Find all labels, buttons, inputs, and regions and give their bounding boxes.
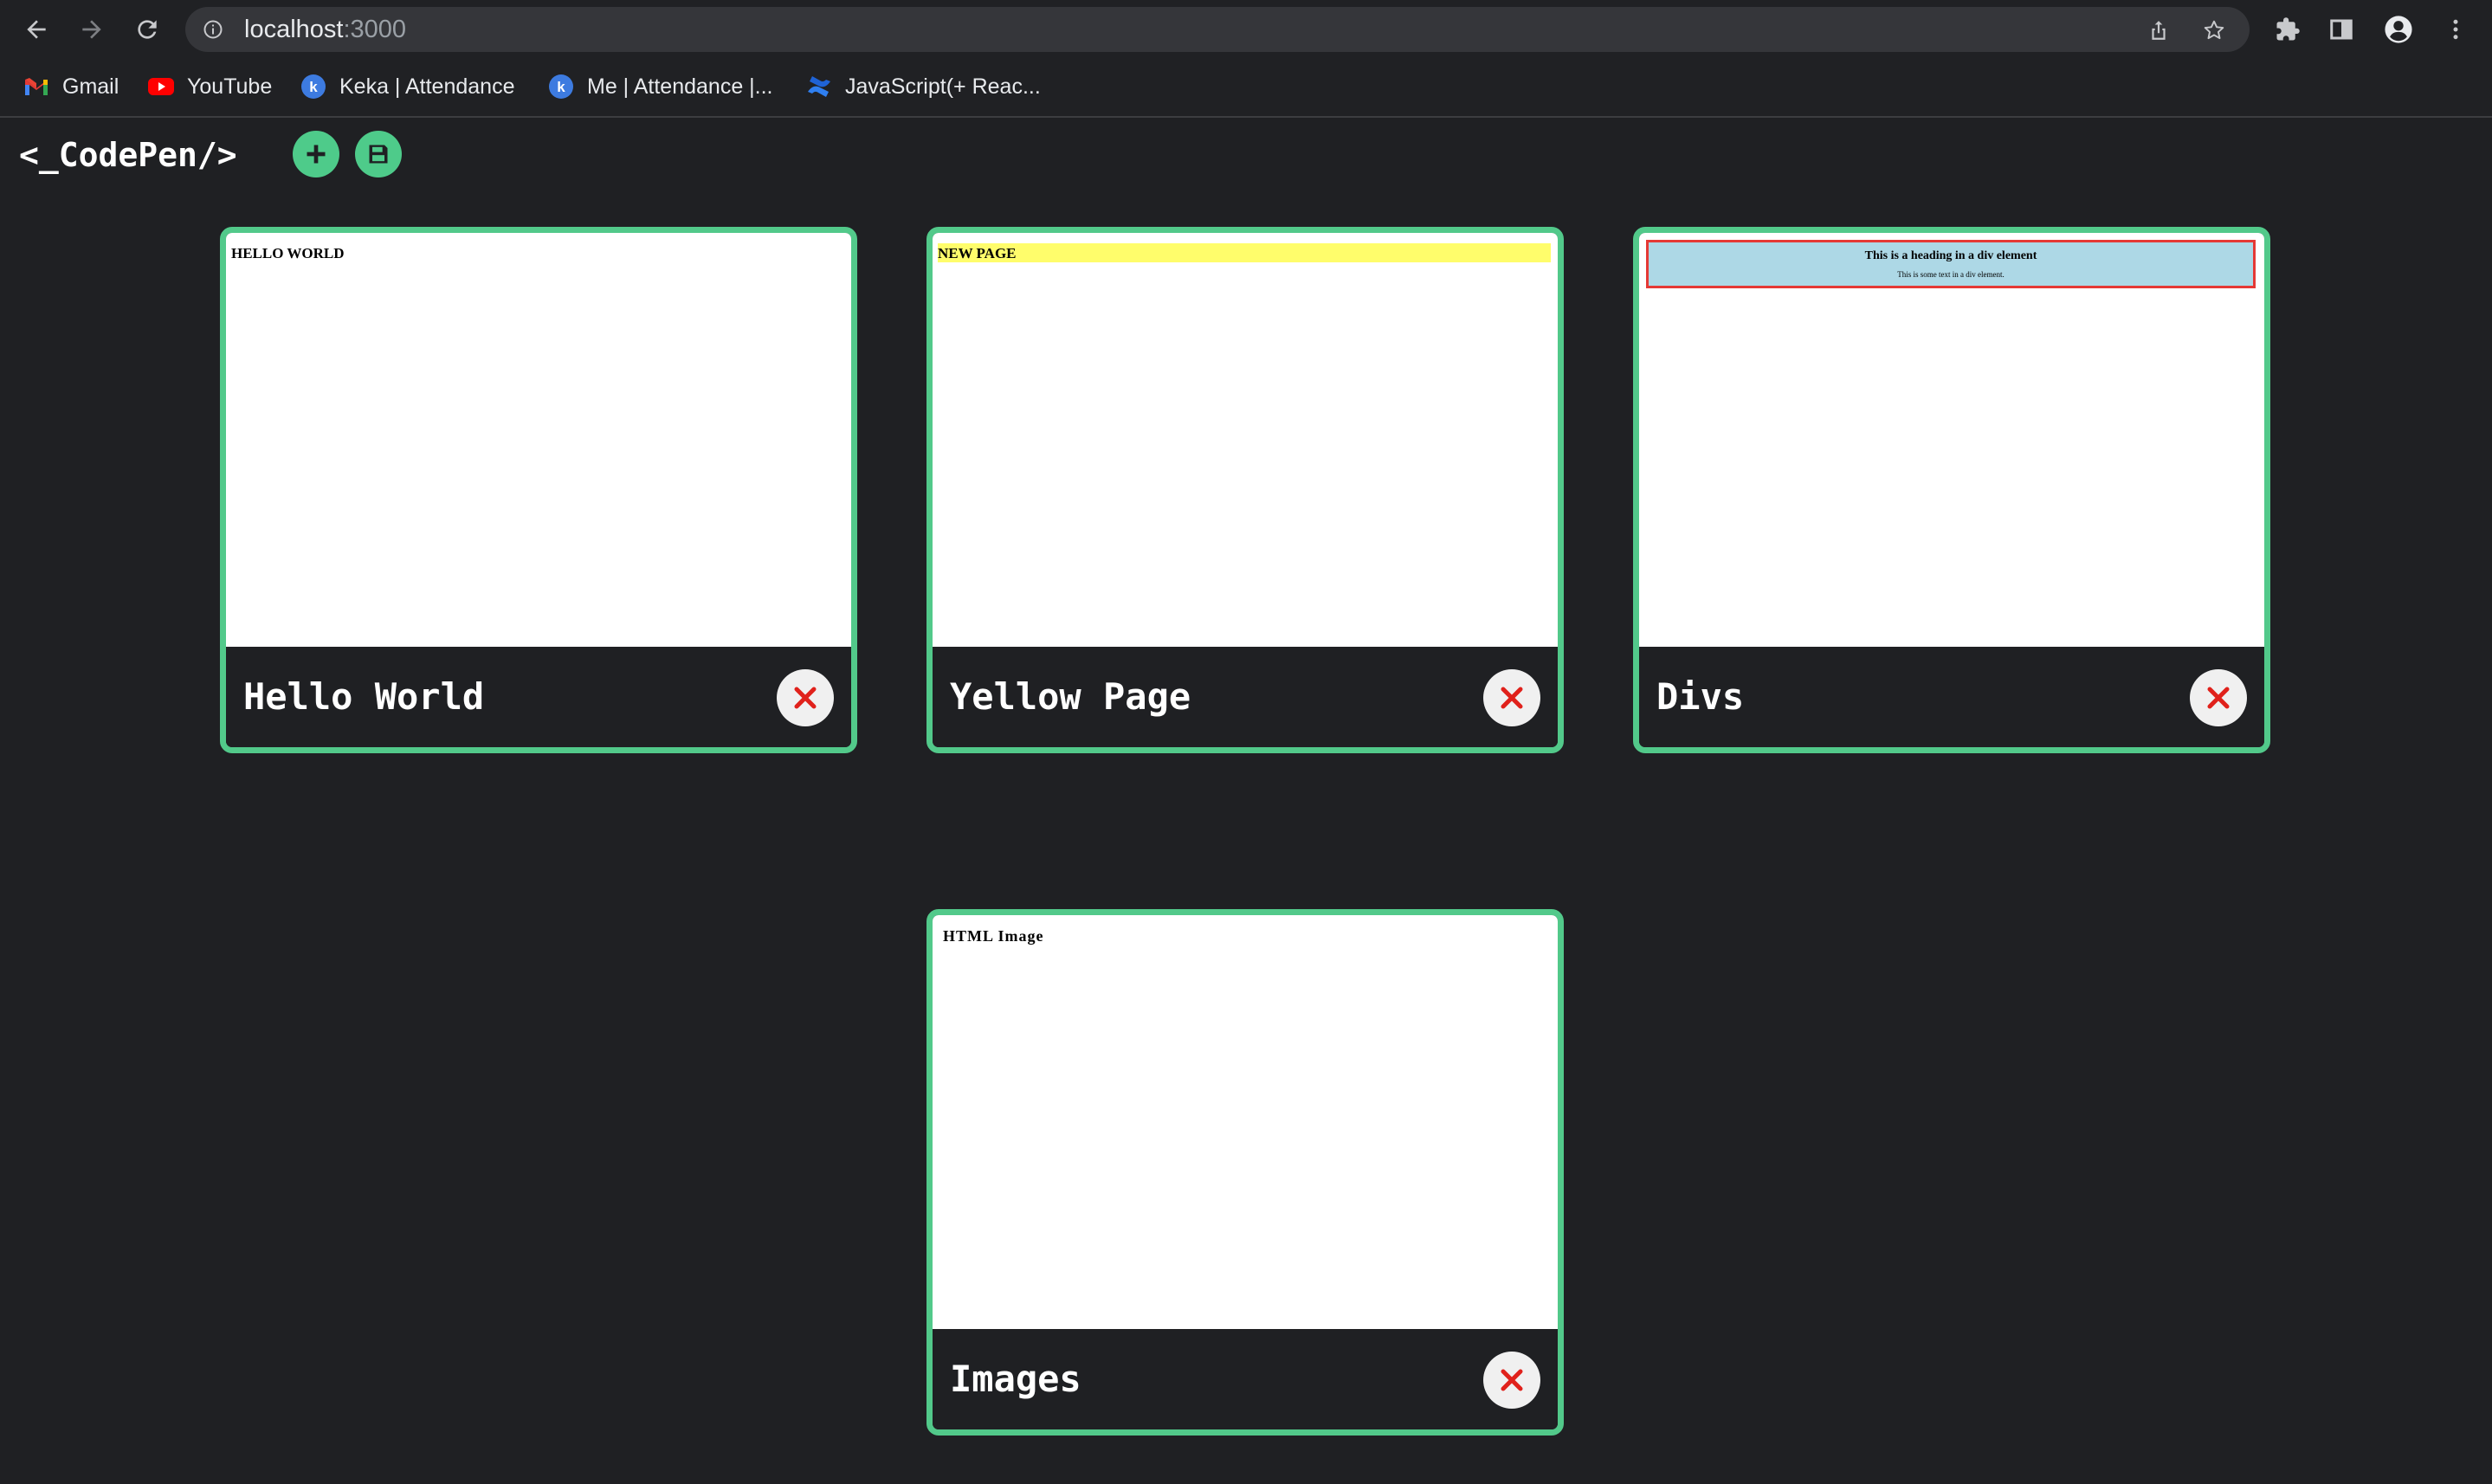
preview-heading: This is a heading in a div element bbox=[1864, 249, 2037, 262]
pen-preview[interactable]: NEW PAGE bbox=[933, 233, 1558, 647]
back-arrow-icon bbox=[27, 20, 46, 39]
youtube-icon bbox=[147, 73, 175, 100]
bookmark-star-icon[interactable] bbox=[2203, 19, 2225, 42]
plus-icon bbox=[307, 145, 326, 164]
card-footer: Hello World bbox=[226, 647, 851, 747]
site-info-icon[interactable] bbox=[203, 19, 223, 40]
share-icon[interactable] bbox=[2147, 19, 2170, 42]
back-button[interactable] bbox=[19, 12, 54, 47]
bookmark-label: JavaScript(+ Reac... bbox=[845, 74, 1041, 99]
svg-text:k: k bbox=[309, 79, 318, 95]
card-title: Images bbox=[950, 1358, 1081, 1400]
pen-preview[interactable]: HTML Image bbox=[933, 915, 1558, 1329]
bookmark-me-attendance[interactable]: k Me | Attendance |... bbox=[547, 69, 773, 104]
preview-heading: HELLO WORLD bbox=[231, 245, 345, 261]
url-host: localhost bbox=[244, 16, 344, 43]
card-footer: Images bbox=[933, 1329, 1558, 1429]
forward-arrow-icon bbox=[82, 20, 101, 39]
reload-icon bbox=[138, 20, 157, 39]
floppy-disk-icon bbox=[369, 145, 388, 164]
bookmarks-bar: Gmail YouTube k Keka | Attendance k Me |… bbox=[0, 59, 2492, 118]
bookmark-gmail[interactable]: Gmail bbox=[23, 69, 119, 104]
card-title: Yellow Page bbox=[950, 675, 1191, 718]
card-title: Divs bbox=[1656, 675, 1745, 718]
browser-toolbar: localhost:3000 bbox=[0, 0, 2492, 59]
close-icon bbox=[1501, 687, 1523, 709]
bookmark-label: Gmail bbox=[62, 74, 119, 99]
bookmark-label: Me | Attendance |... bbox=[587, 74, 773, 99]
delete-button[interactable] bbox=[1483, 669, 1540, 726]
save-button[interactable] bbox=[355, 131, 402, 177]
close-icon bbox=[1501, 1369, 1523, 1391]
url-port: :3000 bbox=[343, 16, 407, 43]
side-panel-icon[interactable] bbox=[2324, 12, 2359, 47]
add-pen-button[interactable] bbox=[293, 131, 339, 177]
pen-card[interactable]: This is a heading in a div element This … bbox=[1633, 227, 2270, 753]
gmail-icon bbox=[23, 73, 50, 100]
close-icon bbox=[794, 687, 817, 709]
keka-icon: k bbox=[300, 73, 327, 100]
confluence-icon bbox=[805, 73, 833, 100]
card-footer: Yellow Page bbox=[933, 647, 1558, 747]
reload-button[interactable] bbox=[130, 12, 165, 47]
preview-yellow-heading: NEW PAGE bbox=[938, 243, 1551, 262]
url-text[interactable]: localhost:3000 bbox=[244, 7, 406, 52]
delete-button[interactable] bbox=[777, 669, 834, 726]
delete-button[interactable] bbox=[1483, 1352, 1540, 1409]
pen-preview[interactable]: This is a heading in a div element This … bbox=[1639, 233, 2264, 647]
pen-card[interactable]: NEW PAGE Yellow Page bbox=[926, 227, 1564, 753]
close-icon bbox=[2207, 687, 2230, 709]
preview-div-box: This is a heading in a div element This … bbox=[1646, 240, 2256, 288]
forward-button[interactable] bbox=[74, 12, 109, 47]
menu-kebab-icon[interactable] bbox=[2438, 12, 2473, 47]
bookmark-label: Keka | Attendance bbox=[339, 74, 515, 99]
app-logo: <_CodePen/> bbox=[19, 136, 237, 174]
preview-heading: HTML Image bbox=[943, 927, 1044, 945]
bookmark-keka-attendance[interactable]: k Keka | Attendance bbox=[300, 69, 514, 104]
card-footer: Divs bbox=[1639, 647, 2264, 747]
preview-paragraph: This is some text in a div element. bbox=[1897, 270, 2005, 279]
pen-card[interactable]: HELLO WORLD Hello World bbox=[220, 227, 857, 753]
bookmark-javascript[interactable]: JavaScript(+ Reac... bbox=[805, 69, 1041, 104]
delete-button[interactable] bbox=[2190, 669, 2247, 726]
extensions-icon[interactable] bbox=[2270, 12, 2305, 47]
keka-icon: k bbox=[547, 73, 575, 100]
pen-preview[interactable]: HELLO WORLD bbox=[226, 233, 851, 647]
pen-card[interactable]: HTML Image Images bbox=[926, 909, 1564, 1436]
bookmark-label: YouTube bbox=[187, 74, 273, 99]
bookmark-youtube[interactable]: YouTube bbox=[147, 69, 272, 104]
address-bar[interactable]: localhost:3000 bbox=[185, 7, 2250, 52]
profile-avatar-icon[interactable] bbox=[2381, 12, 2416, 47]
preview-heading: NEW PAGE bbox=[938, 245, 1017, 261]
svg-text:k: k bbox=[557, 79, 565, 95]
card-title: Hello World bbox=[243, 675, 485, 718]
